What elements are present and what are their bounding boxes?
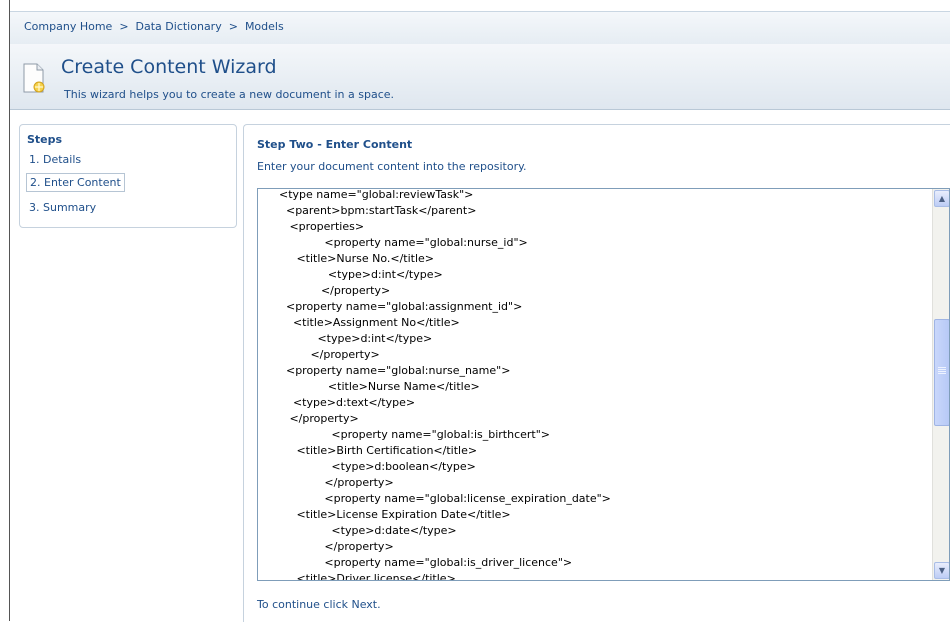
continue-hint: To continue click Next. [257,598,381,611]
breadcrumb: Company Home > Data Dictionary > Models [10,11,950,45]
content-editor[interactable]: <type name="global:reviewTask"> <parent>… [257,188,950,581]
content-subtitle: Enter your document content into the rep… [257,160,527,173]
breadcrumb-separator: > [228,20,238,33]
editor-line: <property name="global:assignment_id"> [258,300,523,313]
scroll-up-icon[interactable]: ▲ [934,190,949,207]
editor-line: <type>d:int</type> [258,268,443,281]
editor-text[interactable]: <type name="global:reviewTask"> <parent>… [258,188,932,581]
content-title: Step Two - Enter Content [257,138,413,151]
editor-line: <type name="global:reviewTask"> [258,188,474,201]
breadcrumb-separator: > [119,20,129,33]
editor-line: </property> [258,284,391,297]
editor-line: <type>d:date</type> [258,524,457,537]
editor-line: <title>Birth Certification</title> [258,444,478,457]
editor-line: <property name="global:license_expiratio… [258,492,611,505]
editor-line: <title>Assignment No</title> [258,316,460,329]
editor-line: </property> [258,540,394,553]
editor-line: <parent>bpm:startTask</parent> [258,204,477,217]
breadcrumb-item-company-home[interactable]: Company Home [24,20,112,33]
breadcrumb-item-data-dictionary[interactable]: Data Dictionary [136,20,222,33]
editor-line: <type>d:text</type> [258,396,416,409]
editor-line: <property name="global:nurse_name"> [258,364,511,377]
step-details[interactable]: 1. Details [26,151,84,168]
editor-line: <type>d:boolean</type> [258,460,476,473]
breadcrumb-item-models[interactable]: Models [245,20,284,33]
new-document-icon [23,63,45,93]
editor-line: <title>Driver license</title> [258,572,456,581]
editor-line: <type>d:int</type> [258,332,433,345]
step-summary[interactable]: 3. Summary [26,199,99,216]
editor-line: <property name="global:is_birthcert"> [258,428,551,441]
editor-line: <title>Nurse No.</title> [258,252,435,265]
scroll-down-icon[interactable]: ▼ [934,562,949,579]
editor-line: <title>Nurse Name</title> [258,380,480,393]
editor-line: <title>License Expiration Date</title> [258,508,511,521]
wizard-title: Create Content Wizard [61,56,277,78]
wizard-description: This wizard helps you to create a new do… [64,88,395,101]
steps-title: Steps [27,133,63,146]
editor-line: </property> [258,476,394,489]
editor-line: <property name="global:nurse_id"> [258,236,528,249]
editor-line: <property name="global:is_driver_licence… [258,556,573,569]
editor-line: </property> [258,412,359,425]
steps-panel: Steps 1. Details 2. Enter Content 3. Sum… [19,124,237,228]
editor-line: </property> [258,348,380,361]
scrollbar-thumb[interactable] [934,319,949,426]
editor-scrollbar[interactable]: ▲ ▼ [932,189,949,580]
editor-line: <properties> [258,220,365,233]
step-enter-content[interactable]: 2. Enter Content [26,173,125,192]
